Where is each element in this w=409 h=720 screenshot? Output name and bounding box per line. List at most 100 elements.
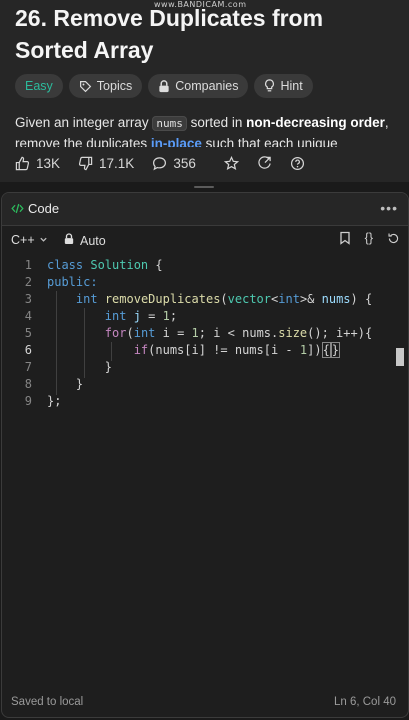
token: (); i++){ — [307, 326, 373, 340]
save-status: Saved to local — [11, 696, 84, 708]
hint-label: Hint — [280, 79, 303, 93]
topics-button[interactable]: Topics — [68, 74, 143, 98]
autocomplete-toggle[interactable]: Auto — [64, 233, 106, 248]
token: size — [278, 326, 308, 340]
code-line: 2 public: — [2, 274, 408, 291]
token: = — [140, 309, 163, 323]
token: int — [104, 309, 127, 323]
toolbar-actions: {} — [339, 231, 400, 245]
token: nums — [321, 292, 351, 306]
code-text: class Solution { — [47, 257, 163, 274]
token: ( — [126, 326, 134, 340]
line-number: 1 — [24, 258, 32, 272]
code-text: int removeDuplicates(vector<int>& nums) … — [47, 291, 372, 308]
desc-text-2: sorted in — [186, 115, 247, 130]
comment-icon — [152, 156, 167, 171]
token: if — [133, 343, 149, 357]
code-text: } — [47, 359, 112, 376]
token: } — [104, 360, 113, 374]
code-line: 5 for(int i = 1; i < nums.size(); i++){ — [2, 325, 408, 342]
desc-bold: non-decreasing order — [246, 115, 385, 130]
difficulty-label: Easy — [25, 79, 53, 93]
tag-icon — [79, 80, 92, 93]
code-text: if(nums[i] != nums[i - 1]){} — [47, 342, 341, 359]
more-options-icon[interactable]: ••• — [380, 200, 398, 216]
code-text: int j = 1; — [47, 308, 177, 325]
star-icon — [223, 156, 239, 171]
language-selector[interactable]: C++ — [11, 233, 48, 247]
line-number: 5 — [24, 326, 32, 340]
editor-status-bar: Saved to local Ln 6, Col 40 — [2, 691, 408, 717]
feedback-button[interactable] — [290, 156, 305, 171]
code-line: 4 int j = 1; — [2, 308, 408, 325]
token: vector — [227, 292, 272, 306]
companies-button[interactable]: Companies — [148, 74, 249, 98]
token: }; — [47, 394, 62, 408]
topics-label: Topics — [96, 79, 133, 93]
line-number: 7 — [24, 360, 32, 374]
code-text: for(int i = 1; i < nums.size(); i++){ — [47, 325, 372, 342]
cursor-position: Ln 6, Col 40 — [333, 696, 396, 708]
code-brackets-icon — [11, 202, 24, 220]
format-braces-icon[interactable]: {} — [365, 231, 373, 245]
code-panel-header: Code ••• — [2, 193, 408, 226]
matched-bracket: } — [330, 342, 341, 358]
token: >& — [299, 292, 322, 306]
hint-button[interactable]: Hint — [254, 74, 313, 98]
code-editor[interactable]: 1 class Solution { 2 public: 3 int remov… — [2, 257, 408, 697]
bookmark-icon[interactable] — [339, 231, 351, 245]
token: (nums[i] != nums[i - — [148, 343, 300, 357]
comments-button[interactable]: 356 — [152, 156, 196, 171]
resize-handle[interactable] — [194, 186, 214, 188]
code-panel: Code ••• C++ Auto {} 1 class Solution {… — [1, 192, 409, 718]
problem-title: 26. Remove Duplicates from Sorted Array — [15, 5, 324, 63]
token: 1 — [162, 309, 170, 323]
token: } — [75, 377, 84, 391]
dislike-count: 17.1K — [99, 156, 135, 171]
code-line-active: 6 if(nums[i] != nums[i - 1]){} — [2, 342, 408, 359]
difficulty-badge: Easy — [15, 74, 63, 98]
token: ; — [169, 309, 178, 323]
share-button[interactable] — [257, 156, 272, 171]
token: int — [75, 292, 98, 306]
editor-scrollbar[interactable] — [396, 348, 404, 366]
line-number: 9 — [24, 394, 32, 408]
code-line: 8 } — [2, 376, 408, 393]
like-button[interactable]: 13K — [15, 156, 60, 171]
token: int — [133, 326, 156, 340]
token: j — [133, 309, 141, 323]
companies-label: Companies — [175, 79, 239, 93]
like-count: 13K — [36, 156, 61, 171]
autocomplete-label: Auto — [80, 233, 106, 248]
chevron-down-icon — [39, 233, 48, 247]
token: class — [47, 258, 84, 272]
reset-code-icon[interactable] — [387, 232, 400, 245]
line-number: 8 — [24, 377, 32, 391]
token: for — [104, 326, 127, 340]
code-panel-title: Code — [28, 201, 60, 216]
code-line: 7 } — [2, 359, 408, 376]
matched-bracket: { — [321, 342, 331, 358]
problem-tags: Easy Topics Companies Hint — [15, 74, 313, 98]
thumbs-down-icon — [78, 156, 93, 171]
language-label: C++ — [11, 233, 35, 247]
line-number: 4 — [24, 309, 32, 323]
dislike-button[interactable]: 17.1K — [78, 156, 134, 171]
question-circle-icon — [290, 156, 305, 171]
in-place-link[interactable]: in-place — [151, 136, 202, 147]
desc-text-4: such that each unique — [201, 136, 338, 147]
desc-text-1: Given an integer array — [15, 115, 153, 130]
share-icon — [257, 156, 272, 171]
code-line: 9 }; — [2, 393, 408, 410]
lock-icon — [158, 79, 170, 93]
code-line: 1 class Solution { — [2, 257, 408, 274]
thumbs-up-icon — [15, 156, 30, 171]
token: ]) — [307, 343, 322, 357]
line-number: 3 — [24, 292, 32, 306]
favorite-button[interactable] — [223, 156, 239, 171]
lock-icon — [64, 233, 74, 248]
token: removeDuplicates — [104, 292, 221, 306]
problem-panel: www.BANDICAM.com 26. Remove Duplicates f… — [0, 0, 409, 182]
problem-description: Given an integer array nums sorted in no… — [15, 113, 395, 147]
token: ) { — [350, 292, 373, 306]
